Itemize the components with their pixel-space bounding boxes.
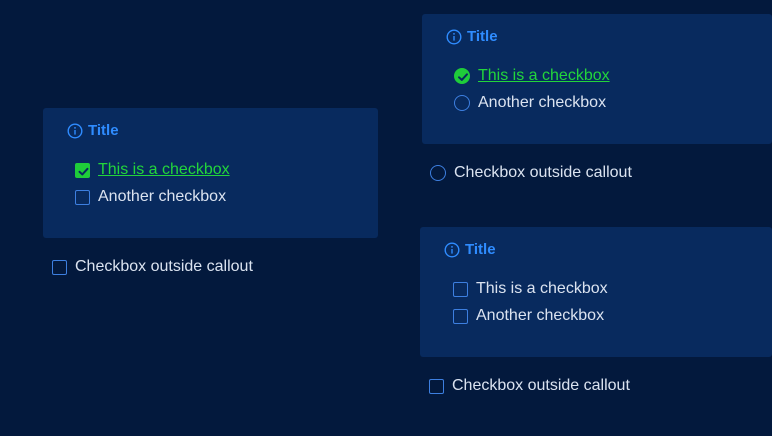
info-icon [444,241,460,258]
callout-title-text: Title [88,122,119,139]
checkbox-outside-callout[interactable]: Checkbox outside callout [430,164,632,182]
callout-title: Title [444,241,496,258]
checkbox-item[interactable]: Another checkbox [453,307,604,325]
info-icon [67,122,83,139]
checkbox-unchecked-icon[interactable] [453,308,468,324]
checkbox-label[interactable]: Another checkbox [476,307,604,325]
checkbox-item[interactable]: This is a checkbox [454,67,610,85]
checkbox-item[interactable]: Another checkbox [75,188,226,206]
checkbox-unchecked-icon[interactable] [75,189,90,205]
checkbox-label[interactable]: This is a checkbox [478,67,610,85]
callout-b: Title This is a checkbox Another checkbo… [422,14,772,144]
checkbox-label[interactable]: Another checkbox [478,94,606,112]
callout-a: Title This is a checkbox Another checkbo… [43,108,378,238]
checkbox-unchecked-icon[interactable] [429,378,444,394]
checkbox-label[interactable]: Another checkbox [98,188,226,206]
circle-unchecked-icon[interactable] [430,165,446,181]
checkbox-item[interactable]: This is a checkbox [453,280,608,298]
checkbox-unchecked-icon[interactable] [52,259,67,275]
checkbox-checked-icon[interactable] [75,162,90,178]
checkbox-label[interactable]: This is a checkbox [98,161,230,179]
callout-title: Title [446,28,498,45]
checkbox-outside-callout[interactable]: Checkbox outside callout [52,258,253,276]
callout-title: Title [67,122,119,139]
checkbox-item[interactable]: Another checkbox [454,94,606,112]
checkbox-outside-callout[interactable]: Checkbox outside callout [429,377,630,395]
callout-title-text: Title [467,28,498,45]
info-icon [446,28,462,45]
callout-title-text: Title [465,241,496,258]
checkbox-unchecked-icon[interactable] [453,281,468,297]
check-circle-icon[interactable] [454,68,470,84]
checkbox-label[interactable]: Checkbox outside callout [75,258,253,276]
checkbox-item[interactable]: This is a checkbox [75,161,230,179]
checkbox-label[interactable]: This is a checkbox [476,280,608,298]
callout-c: Title This is a checkbox Another checkbo… [420,227,772,357]
checkbox-label[interactable]: Checkbox outside callout [452,377,630,395]
circle-unchecked-icon[interactable] [454,95,470,111]
checkbox-label[interactable]: Checkbox outside callout [454,164,632,182]
